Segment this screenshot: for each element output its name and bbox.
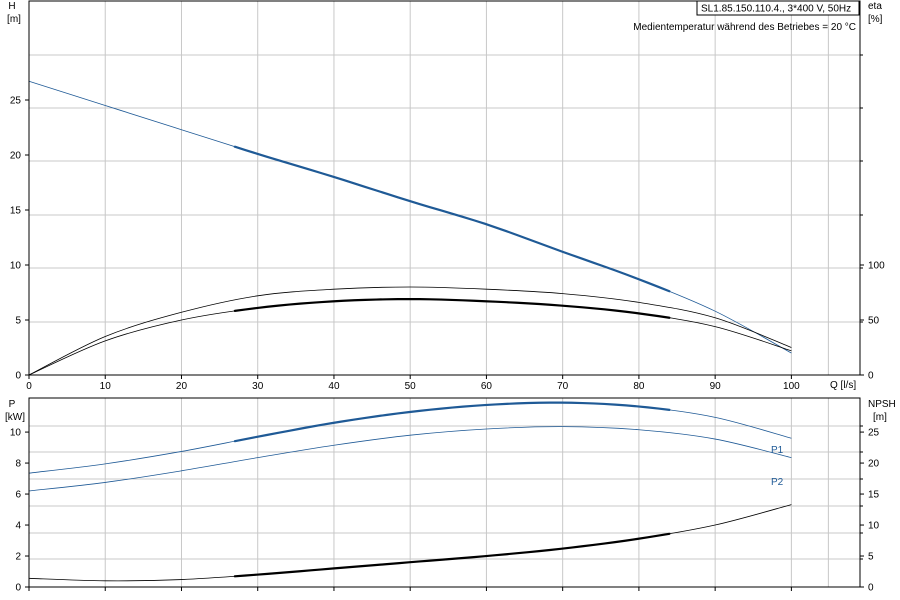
pump-model-label: SL1.85.150.110.4., 3*400 V, 50Hz [701,4,851,15]
top-right-axis-unit: [%] [868,14,883,25]
x-tick-label: 90 [710,381,722,392]
curve-highlight-0-2 [233,297,671,319]
x-tick-label: 40 [328,381,340,392]
left-tick-label: 8 [15,459,21,470]
left-tick-label: 2 [15,552,21,563]
x-tick-label: 0 [26,381,32,392]
left-tick-label: 25 [10,96,22,107]
x-tick-label: 70 [557,381,569,392]
left-tick-label: 15 [10,206,22,217]
bottom-left-axis-unit: [kW] [5,412,25,423]
x-tick-label: 20 [176,381,188,392]
left-tick-label: 0 [15,371,21,382]
bottom-left-axis-label: P [9,399,16,410]
right-tick-label: 10 [868,521,880,532]
top-left-axis-unit: [m] [7,14,21,25]
plot-frame [28,0,861,376]
right-tick-label: 0 [868,583,874,594]
series-label-p2: P2 [771,477,784,488]
right-tick-label: 15 [868,490,880,501]
left-tick-label: 4 [15,521,21,532]
left-tick-label: 6 [15,490,21,501]
x-axis-label: Q [l/s] [830,380,856,391]
left-tick-label: 10 [10,428,22,439]
right-tick-label: 50 [868,316,880,327]
series-label-p1: P1 [771,445,784,456]
right-tick-label: 25 [868,428,880,439]
medium-temperature-note: Medientemperatur während des Betriebes =… [633,22,856,33]
top-right-axis-label: eta [868,1,882,12]
right-tick-label: 0 [868,371,874,382]
curve-highlight-1-2 [233,532,671,578]
curve-highlight-1-0 [233,401,671,443]
left-tick-label: 0 [15,583,21,594]
right-tick-label: 5 [868,552,874,563]
grid-layer [29,1,860,587]
bottom-right-axis-unit: [m] [873,412,887,423]
x-tick-label: 50 [405,381,417,392]
x-tick-label: 10 [100,381,112,392]
x-tick-label: 80 [633,381,645,392]
x-tick-label: 100 [783,381,800,392]
pump-performance-chart: 05101520250501000 10 20 30 40 50 60 70 80 90 10002… [5,0,896,594]
left-tick-label: 5 [15,316,21,327]
top-left-axis-label: H [8,1,15,12]
left-tick-label: 10 [10,261,22,272]
x-tick-label: 60 [481,381,493,392]
axis-layer: 05101520250501000 10 20 30 40 50 60 70 80 90 10002… [10,0,885,594]
x-tick-label: 30 [252,381,264,392]
left-tick-label: 20 [10,151,22,162]
bottom-right-axis-label: NPSH [868,399,896,410]
right-tick-label: 100 [868,261,885,272]
right-tick-label: 20 [868,459,880,470]
curve-highlight-0-0 [233,145,671,293]
